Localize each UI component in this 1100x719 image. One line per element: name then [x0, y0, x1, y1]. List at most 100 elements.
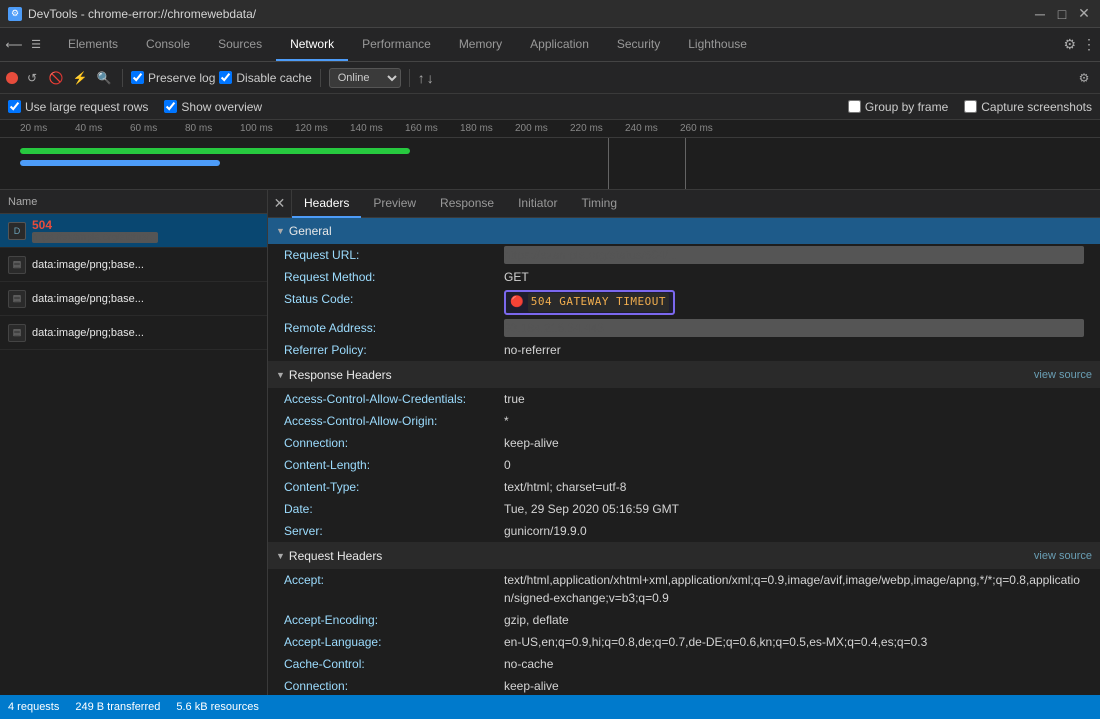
request-item-2[interactable]: ▤ data:image/png;base...	[0, 248, 267, 282]
show-overview-checkbox[interactable]: Show overview	[164, 100, 262, 114]
main-area: Name D 504 https://example.org/status/..…	[0, 190, 1100, 695]
refresh-button[interactable]: ↺	[22, 68, 42, 88]
tab-lighthouse[interactable]: Lighthouse	[674, 28, 761, 61]
preserve-log-checkbox[interactable]: Preserve log	[131, 71, 215, 85]
record-button[interactable]	[6, 72, 18, 84]
load-bar	[20, 160, 220, 166]
content-type-value: text/html; charset=utf-8	[504, 478, 1084, 496]
title-bar: ⚙ DevTools - chrome-error://chromewebdat…	[0, 0, 1100, 28]
server-value: gunicorn/19.9.0	[504, 522, 1084, 540]
tick-260ms: 260 ms	[680, 123, 713, 134]
upload-icon[interactable]: ↑	[418, 70, 425, 86]
req-method-value: GET	[504, 268, 1084, 286]
content-length-value: 0	[504, 456, 1084, 474]
options-bar: Use large request rows Show overview Gro…	[0, 94, 1100, 120]
request-name-504: 504	[32, 218, 158, 232]
request-triangle: ▼	[276, 551, 285, 561]
tab-response[interactable]: Response	[428, 190, 506, 218]
remote-addr-value: 93.184.216.34:443	[504, 319, 1084, 337]
minimize-button[interactable]: ─	[1032, 6, 1048, 22]
request-headers-header[interactable]: ▼ Request Headers view source	[268, 543, 1100, 569]
tab-console[interactable]: Console	[132, 28, 204, 61]
capture-screenshots-checkbox[interactable]: Capture screenshots	[964, 100, 1092, 114]
status-code-label: Status Code:	[284, 290, 504, 308]
request-name-3: data:image/png;base...	[32, 293, 144, 305]
date-label: Date:	[284, 500, 504, 518]
close-button[interactable]: ✕	[1076, 6, 1092, 22]
request-view-source[interactable]: view source	[1034, 550, 1092, 562]
tick-120ms: 120 ms	[295, 123, 328, 134]
general-section: ▼ General Request URL: https://example.o…	[268, 218, 1100, 362]
disable-cache-input[interactable]	[219, 71, 232, 84]
download-icon[interactable]: ↓	[427, 70, 434, 86]
request-item-text-3: data:image/png;base...	[32, 293, 144, 305]
request-item-3[interactable]: ▤ data:image/png;base...	[0, 282, 267, 316]
tab-initiator[interactable]: Initiator	[506, 190, 569, 218]
acc-cred-label: Access-Control-Allow-Credentials:	[284, 390, 504, 408]
devtools-nav-back[interactable]: ⟵	[4, 35, 24, 55]
tab-elements[interactable]: Elements	[54, 28, 132, 61]
close-panel-button[interactable]: ✕	[268, 190, 292, 218]
tab-network[interactable]: Network	[276, 28, 348, 61]
tab-headers[interactable]: Headers	[292, 190, 361, 218]
cache-control-row: Cache-Control: no-cache	[268, 653, 1100, 675]
show-overview-input[interactable]	[164, 100, 177, 113]
response-headers-header[interactable]: ▼ Response Headers view source	[268, 362, 1100, 388]
tab-performance[interactable]: Performance	[348, 28, 445, 61]
accept-label: Accept:	[284, 571, 504, 589]
img-type-icon-3: ▤	[13, 293, 22, 304]
timeline-area[interactable]: 20 ms 40 ms 60 ms 80 ms 100 ms 120 ms 14…	[0, 120, 1100, 190]
request-item-504[interactable]: D 504 https://example.org/status/...	[0, 214, 267, 248]
maximize-button[interactable]: □	[1054, 6, 1070, 22]
tab-memory[interactable]: Memory	[445, 28, 516, 61]
status-code-badge: 504	[32, 218, 52, 232]
request-item-text-2: data:image/png;base...	[32, 259, 144, 271]
tab-sources[interactable]: Sources	[204, 28, 276, 61]
capture-screenshots-input[interactable]	[964, 100, 977, 113]
acc-cred-value: true	[504, 390, 1084, 408]
throttle-select[interactable]: Online Fast 3G Slow 3G Offline	[329, 68, 401, 88]
response-triangle: ▼	[276, 370, 285, 380]
preserve-log-input[interactable]	[131, 71, 144, 84]
req-method-label: Request Method:	[284, 268, 504, 286]
requests-count: 4 requests	[8, 701, 59, 713]
filter-button[interactable]: ⚡	[70, 68, 90, 88]
general-section-header[interactable]: ▼ General	[268, 218, 1100, 244]
timeline-bars	[0, 138, 1100, 190]
cache-ctrl-label: Cache-Control:	[284, 655, 504, 673]
network-settings-button[interactable]: ⚙	[1074, 68, 1094, 88]
tab-application[interactable]: Application	[516, 28, 603, 61]
tab-security[interactable]: Security	[603, 28, 674, 61]
separator-3	[409, 69, 410, 87]
group-by-frame-checkbox[interactable]: Group by frame	[848, 100, 948, 114]
date-value: Tue, 29 Sep 2020 05:16:59 GMT	[504, 500, 1084, 518]
response-headers-title: Response Headers	[289, 368, 392, 382]
clear-button[interactable]: 🚫	[46, 68, 66, 88]
large-rows-checkbox[interactable]: Use large request rows	[8, 100, 148, 114]
disable-cache-checkbox[interactable]: Disable cache	[219, 71, 311, 85]
img-type-icon-2: ▤	[13, 259, 22, 270]
request-url-504: https://example.org/status/...	[32, 232, 158, 243]
referrer-value: no-referrer	[504, 341, 1084, 359]
more-options-icon[interactable]: ⋮	[1082, 36, 1096, 53]
large-rows-input[interactable]	[8, 100, 21, 113]
settings-icon[interactable]: ⚙	[1063, 36, 1076, 53]
search-button[interactable]: 🔍	[94, 68, 114, 88]
date-row: Date: Tue, 29 Sep 2020 05:16:59 GMT	[268, 498, 1100, 520]
tab-timing[interactable]: Timing	[569, 190, 629, 218]
content-length-label: Content-Length:	[284, 456, 504, 474]
request-headers-title: Request Headers	[289, 549, 382, 563]
tab-preview[interactable]: Preview	[361, 190, 428, 218]
connection-resp-row: Connection: keep-alive	[268, 432, 1100, 454]
group-by-frame-input[interactable]	[848, 100, 861, 113]
response-view-source[interactable]: view source	[1034, 369, 1092, 381]
request-item-4[interactable]: ▤ data:image/png;base...	[0, 316, 267, 350]
devtools-nav-forward[interactable]: ☰	[26, 35, 46, 55]
network-toolbar: ↺ 🚫 ⚡ 🔍 Preserve log Disable cache Onlin…	[0, 62, 1100, 94]
status-code-value: 🔴 504 GATEWAY TIMEOUT	[504, 290, 675, 315]
server-row: Server: gunicorn/19.9.0	[268, 520, 1100, 542]
referrer-label: Referrer Policy:	[284, 341, 504, 359]
accept-enc-label: Accept-Encoding:	[284, 611, 504, 629]
tick-60ms: 60 ms	[130, 123, 157, 134]
remote-addr-label: Remote Address:	[284, 319, 504, 337]
